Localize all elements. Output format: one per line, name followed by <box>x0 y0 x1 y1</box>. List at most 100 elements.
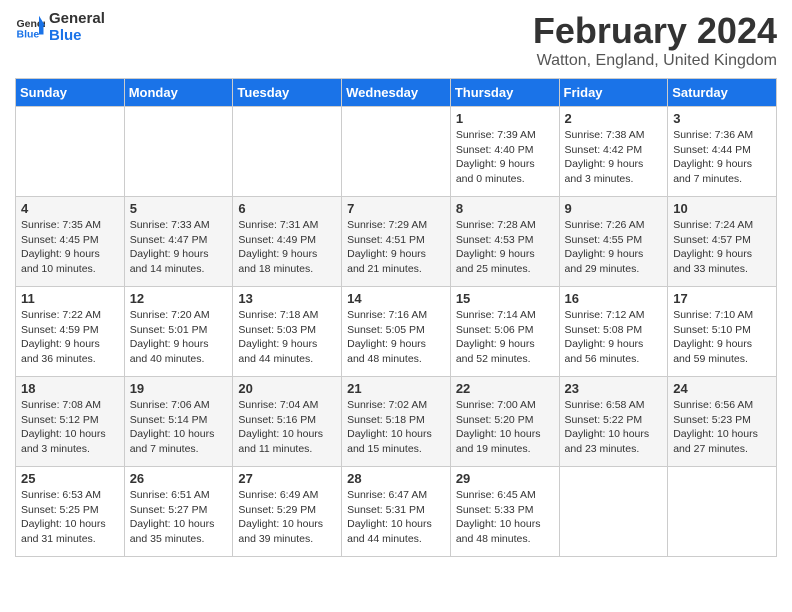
logo-general: General <box>49 10 105 27</box>
calendar-cell: 28Sunrise: 6:47 AM Sunset: 5:31 PM Dayli… <box>342 467 451 557</box>
month-title: February 2024 <box>533 10 777 52</box>
calendar-cell: 14Sunrise: 7:16 AM Sunset: 5:05 PM Dayli… <box>342 287 451 377</box>
calendar-cell <box>559 467 668 557</box>
calendar-cell: 16 Sunrise: 7:12 AM Sunset: 5:08 PM Dayli… <box>559 287 668 377</box>
day-number: 29 <box>456 471 554 486</box>
logo-icon: General Blue <box>15 12 45 42</box>
week-row: 18Sunrise: 7:08 AM Sunset: 5:12 PM Dayli… <box>16 377 777 467</box>
week-row: 25 Sunrise: 6:53 AM Sunset: 5:25 PM Dayli… <box>16 467 777 557</box>
calendar-cell: 3 Sunrise: 7:36 AM Sunset: 4:44 PM Daylig… <box>668 107 777 197</box>
header-sunday: Sunday <box>16 79 125 107</box>
day-headers: SundayMondayTuesdayWednesdayThursdayFrid… <box>16 79 777 107</box>
calendar-table: SundayMondayTuesdayWednesdayThursdayFrid… <box>15 78 777 557</box>
day-info: Sunrise: 7:16 AM Sunset: 5:05 PM Dayligh… <box>347 308 445 367</box>
calendar-cell: 6 Sunrise: 7:31 AM Sunset: 4:49 PM Daylig… <box>233 197 342 287</box>
day-number: 25 <box>21 471 119 486</box>
calendar-cell: 18Sunrise: 7:08 AM Sunset: 5:12 PM Dayli… <box>16 377 125 467</box>
day-info: Sunrise: 7:24 AM Sunset: 4:57 PM Dayligh… <box>673 218 771 277</box>
day-number: 15 <box>456 291 554 306</box>
header-friday: Friday <box>559 79 668 107</box>
calendar-cell: 1 Sunrise: 7:39 AM Sunset: 4:40 PM Daylig… <box>450 107 559 197</box>
calendar-cell: 26 Sunrise: 6:51 AM Sunset: 5:27 PM Dayli… <box>124 467 233 557</box>
day-info: Sunrise: 7:22 AM Sunset: 4:59 PM Dayligh… <box>21 308 119 367</box>
header-wednesday: Wednesday <box>342 79 451 107</box>
calendar-cell: 10 Sunrise: 7:24 AM Sunset: 4:57 PM Dayli… <box>668 197 777 287</box>
calendar-cell: 2 Sunrise: 7:38 AM Sunset: 4:42 PM Daylig… <box>559 107 668 197</box>
calendar-cell: 13Sunrise: 7:18 AM Sunset: 5:03 PM Dayli… <box>233 287 342 377</box>
day-number: 8 <box>456 201 554 216</box>
week-row: 4 Sunrise: 7:35 AM Sunset: 4:45 PM Daylig… <box>16 197 777 287</box>
day-info: Sunrise: 6:45 AM Sunset: 5:33 PM Dayligh… <box>456 488 554 547</box>
title-block: February 2024 Watton, England, United Ki… <box>533 10 777 70</box>
day-info: Sunrise: 7:00 AM Sunset: 5:20 PM Dayligh… <box>456 398 554 457</box>
day-info: Sunrise: 7:28 AM Sunset: 4:53 PM Dayligh… <box>456 218 554 277</box>
day-number: 28 <box>347 471 445 486</box>
day-info: Sunrise: 7:38 AM Sunset: 4:42 PM Dayligh… <box>565 128 663 187</box>
day-number: 24 <box>673 381 771 396</box>
day-number: 2 <box>565 111 663 126</box>
calendar-cell: 19Sunrise: 7:06 AM Sunset: 5:14 PM Dayli… <box>124 377 233 467</box>
day-info: Sunrise: 7:08 AM Sunset: 5:12 PM Dayligh… <box>21 398 119 457</box>
day-info: Sunrise: 6:51 AM Sunset: 5:27 PM Dayligh… <box>130 488 228 547</box>
day-info: Sunrise: 6:58 AM Sunset: 5:22 PM Dayligh… <box>565 398 663 457</box>
calendar-cell <box>233 107 342 197</box>
day-number: 4 <box>21 201 119 216</box>
week-row: 11Sunrise: 7:22 AM Sunset: 4:59 PM Dayli… <box>16 287 777 377</box>
calendar-cell: 21 Sunrise: 7:02 AM Sunset: 5:18 PM Dayli… <box>342 377 451 467</box>
day-number: 17 <box>673 291 771 306</box>
day-number: 19 <box>130 381 228 396</box>
day-info: Sunrise: 6:49 AM Sunset: 5:29 PM Dayligh… <box>238 488 336 547</box>
calendar-cell <box>668 467 777 557</box>
day-number: 20 <box>238 381 336 396</box>
svg-text:Blue: Blue <box>17 29 40 41</box>
day-number: 5 <box>130 201 228 216</box>
header-saturday: Saturday <box>668 79 777 107</box>
day-info: Sunrise: 7:26 AM Sunset: 4:55 PM Dayligh… <box>565 218 663 277</box>
day-info: Sunrise: 7:29 AM Sunset: 4:51 PM Dayligh… <box>347 218 445 277</box>
day-number: 1 <box>456 111 554 126</box>
calendar-cell: 7Sunrise: 7:29 AM Sunset: 4:51 PM Daylig… <box>342 197 451 287</box>
day-number: 6 <box>238 201 336 216</box>
header-monday: Monday <box>124 79 233 107</box>
location: Watton, England, United Kingdom <box>533 52 777 70</box>
calendar-cell: 12Sunrise: 7:20 AM Sunset: 5:01 PM Dayli… <box>124 287 233 377</box>
day-info: Sunrise: 7:35 AM Sunset: 4:45 PM Dayligh… <box>21 218 119 277</box>
day-info: Sunrise: 6:53 AM Sunset: 5:25 PM Dayligh… <box>21 488 119 547</box>
calendar-cell: 4 Sunrise: 7:35 AM Sunset: 4:45 PM Daylig… <box>16 197 125 287</box>
day-number: 13 <box>238 291 336 306</box>
day-info: Sunrise: 7:36 AM Sunset: 4:44 PM Dayligh… <box>673 128 771 187</box>
calendar-cell: 23 Sunrise: 6:58 AM Sunset: 5:22 PM Dayli… <box>559 377 668 467</box>
day-info: Sunrise: 7:31 AM Sunset: 4:49 PM Dayligh… <box>238 218 336 277</box>
page-header: General Blue General Blue February 2024 … <box>15 10 777 70</box>
header-thursday: Thursday <box>450 79 559 107</box>
calendar-cell: 9 Sunrise: 7:26 AM Sunset: 4:55 PM Daylig… <box>559 197 668 287</box>
calendar-cell: 25 Sunrise: 6:53 AM Sunset: 5:25 PM Dayli… <box>16 467 125 557</box>
day-number: 23 <box>565 381 663 396</box>
day-info: Sunrise: 6:56 AM Sunset: 5:23 PM Dayligh… <box>673 398 771 457</box>
day-info: Sunrise: 7:20 AM Sunset: 5:01 PM Dayligh… <box>130 308 228 367</box>
day-info: Sunrise: 7:39 AM Sunset: 4:40 PM Dayligh… <box>456 128 554 187</box>
day-number: 10 <box>673 201 771 216</box>
day-info: Sunrise: 7:14 AM Sunset: 5:06 PM Dayligh… <box>456 308 554 367</box>
day-info: Sunrise: 7:02 AM Sunset: 5:18 PM Dayligh… <box>347 398 445 457</box>
calendar-cell <box>124 107 233 197</box>
day-number: 3 <box>673 111 771 126</box>
calendar-cell: 27 Sunrise: 6:49 AM Sunset: 5:29 PM Dayli… <box>233 467 342 557</box>
day-number: 21 <box>347 381 445 396</box>
day-number: 9 <box>565 201 663 216</box>
calendar-cell: 8 Sunrise: 7:28 AM Sunset: 4:53 PM Daylig… <box>450 197 559 287</box>
calendar-cell: 5 Sunrise: 7:33 AM Sunset: 4:47 PM Daylig… <box>124 197 233 287</box>
day-info: Sunrise: 7:10 AM Sunset: 5:10 PM Dayligh… <box>673 308 771 367</box>
day-number: 16 <box>565 291 663 306</box>
week-row: 1 Sunrise: 7:39 AM Sunset: 4:40 PM Daylig… <box>16 107 777 197</box>
day-info: Sunrise: 7:12 AM Sunset: 5:08 PM Dayligh… <box>565 308 663 367</box>
header-tuesday: Tuesday <box>233 79 342 107</box>
day-info: Sunrise: 7:33 AM Sunset: 4:47 PM Dayligh… <box>130 218 228 277</box>
calendar-cell: 24 Sunrise: 6:56 AM Sunset: 5:23 PM Dayli… <box>668 377 777 467</box>
calendar-cell <box>342 107 451 197</box>
day-number: 27 <box>238 471 336 486</box>
day-number: 22 <box>456 381 554 396</box>
day-number: 26 <box>130 471 228 486</box>
calendar-cell: 15 Sunrise: 7:14 AM Sunset: 5:06 PM Dayli… <box>450 287 559 377</box>
calendar-cell: 22 Sunrise: 7:00 AM Sunset: 5:20 PM Dayli… <box>450 377 559 467</box>
